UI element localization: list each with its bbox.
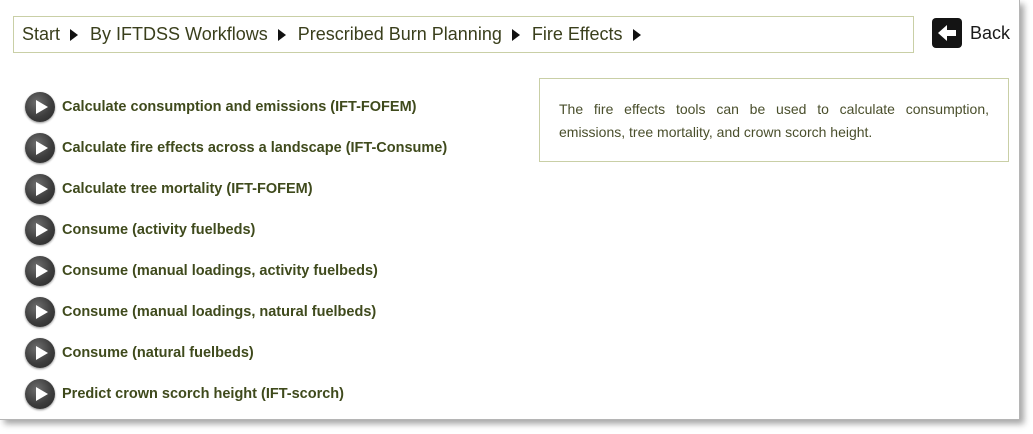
page-frame: Start By IFTDSS Workflows Prescribed Bur… — [0, 0, 1020, 420]
workflow-link[interactable]: Calculate consumption and emissions (IFT… — [25, 86, 447, 127]
play-icon[interactable] — [25, 378, 55, 409]
back-label[interactable]: Back — [970, 23, 1010, 44]
workflow-link[interactable]: Consume (manual loadings, natural fuelbe… — [25, 291, 447, 332]
breadcrumb-label[interactable]: Prescribed Burn Planning — [298, 24, 502, 45]
play-icon[interactable] — [25, 296, 55, 327]
workflow-link-label[interactable]: Consume (activity fuelbeds) — [62, 222, 255, 238]
breadcrumb-item-start[interactable]: Start — [22, 24, 79, 45]
play-icon[interactable] — [25, 337, 55, 368]
workflow-link-label[interactable]: Calculate fire effects across a landscap… — [62, 140, 447, 156]
workflow-link[interactable]: Consume (manual loadings, activity fuelb… — [25, 250, 447, 291]
breadcrumb-arrow-icon — [632, 28, 641, 41]
breadcrumb: Start By IFTDSS Workflows Prescribed Bur… — [13, 16, 914, 53]
breadcrumb-item-prescribed-burn[interactable]: Prescribed Burn Planning — [298, 24, 520, 45]
back-arrow-icon[interactable] — [932, 18, 962, 48]
breadcrumb-arrow-icon — [70, 28, 79, 41]
info-text: The fire effects tools can be used to ca… — [559, 101, 989, 140]
breadcrumb-arrow-icon — [511, 28, 520, 41]
workflow-link-label[interactable]: Consume (manual loadings, activity fuelb… — [62, 263, 378, 279]
workflow-link[interactable]: Calculate fire effects across a landscap… — [25, 127, 447, 168]
breadcrumb-item-fire-effects[interactable]: Fire Effects — [532, 24, 641, 45]
play-icon[interactable] — [25, 255, 55, 286]
play-icon[interactable] — [25, 214, 55, 245]
play-icon[interactable] — [25, 132, 55, 163]
breadcrumb-arrow-icon — [277, 28, 286, 41]
workflow-link-list: Calculate consumption and emissions (IFT… — [25, 86, 447, 414]
workflow-link-label[interactable]: Consume (manual loadings, natural fuelbe… — [62, 304, 376, 320]
workflow-link[interactable]: Consume (activity fuelbeds) — [25, 209, 447, 250]
breadcrumb-item-workflows[interactable]: By IFTDSS Workflows — [90, 24, 286, 45]
play-icon[interactable] — [25, 173, 55, 204]
workflow-link[interactable]: Predict crown scorch height (IFT-scorch) — [25, 373, 447, 414]
play-icon[interactable] — [25, 91, 55, 122]
back-button[interactable]: Back — [932, 18, 1010, 48]
breadcrumb-label[interactable]: Fire Effects — [532, 24, 623, 45]
breadcrumb-label[interactable]: By IFTDSS Workflows — [90, 24, 268, 45]
workflow-link-label[interactable]: Calculate consumption and emissions (IFT… — [62, 99, 416, 115]
workflow-link[interactable]: Consume (natural fuelbeds) — [25, 332, 447, 373]
workflow-link[interactable]: Calculate tree mortality (IFT-FOFEM) — [25, 168, 447, 209]
breadcrumb-label[interactable]: Start — [22, 24, 60, 45]
info-panel: The fire effects tools can be used to ca… — [539, 78, 1009, 162]
workflow-link-label[interactable]: Consume (natural fuelbeds) — [62, 345, 254, 361]
workflow-link-label[interactable]: Calculate tree mortality (IFT-FOFEM) — [62, 181, 313, 197]
workflow-link-label[interactable]: Predict crown scorch height (IFT-scorch) — [62, 386, 344, 402]
